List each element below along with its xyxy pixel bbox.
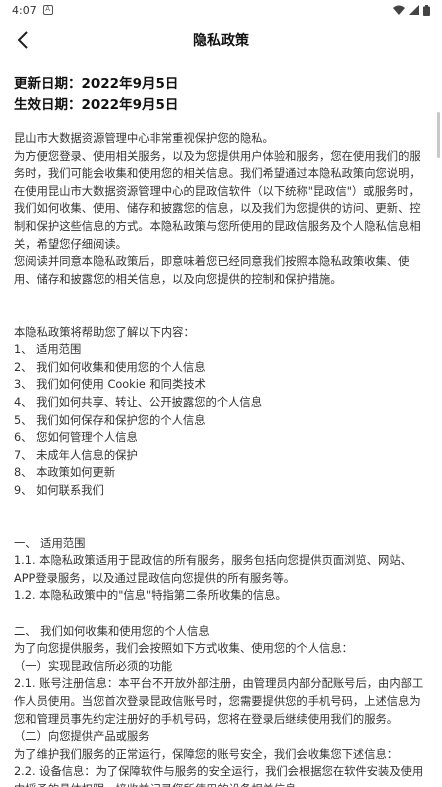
battery-icon bbox=[423, 4, 430, 16]
section-paragraph: 1.2. 本隐私政策中的"信息"特指第二条所收集的信息。 bbox=[14, 589, 287, 603]
updated-date: 更新日期：2022年9月5日 bbox=[14, 76, 179, 92]
section-paragraph: 1.1. 本隐私政策适用于昆政信的所有服务，服务包括向您提供页面浏览、网站、AP… bbox=[14, 554, 412, 585]
back-button[interactable] bbox=[8, 25, 38, 55]
page-title: 隐私政策 bbox=[193, 33, 249, 49]
intro-paragraph: 为方便您登录、使用相关服务，以及为您提供用户体验和服务，您在使用我们的服务时，我… bbox=[14, 149, 421, 251]
intro-paragraph: 您阅读并同意本隐私政策后，即意味着您已经同意我们按照本隐私政策收集、使用、储存和… bbox=[14, 255, 410, 286]
notification-icon: A bbox=[42, 5, 53, 15]
toc-item: 5、 我们如何保存和保护您的个人信息 bbox=[14, 413, 206, 427]
dates-block: 更新日期：2022年9月5日 生效日期：2022年9月5日 bbox=[14, 74, 428, 116]
toc-heading: 本隐私政策将帮助您了解以下内容： bbox=[14, 325, 195, 339]
wifi-icon bbox=[393, 5, 405, 15]
subsection-heading: （二）向您提供产品或服务 bbox=[14, 730, 150, 744]
section-paragraph: 为了维护我们服务的正常运行，保障您的账号安全，我们会收集您下述信息： bbox=[14, 747, 399, 761]
back-arrow-icon bbox=[17, 31, 28, 49]
nav-bar: 隐私政策 bbox=[0, 20, 442, 60]
intro-paragraph: 昆山市大数据资源管理中心非常重视保护您的隐私。 bbox=[14, 132, 274, 145]
scrollbar[interactable] bbox=[437, 112, 440, 158]
toc-item: 8、 本政策如何更新 bbox=[14, 466, 116, 480]
status-bar: 4:07 A bbox=[0, 0, 442, 20]
toc-item: 7、 未成年人信息的保护 bbox=[14, 448, 138, 462]
section-heading: 一、 适用范围 bbox=[14, 536, 86, 550]
section-paragraph: 为了向您提供服务，我们会按照如下方式收集、使用您的个人信息： bbox=[14, 642, 353, 656]
effective-date: 生效日期：2022年9月5日 bbox=[14, 97, 179, 113]
toc-item: 3、 我们如何使用 Cookie 和同类技术 bbox=[14, 378, 206, 392]
toc-item: 2、 我们如何收集和使用您的个人信息 bbox=[14, 360, 206, 374]
toc-item: 9、 如何联系我们 bbox=[14, 483, 104, 497]
policy-content[interactable]: 更新日期：2022年9月5日 生效日期：2022年9月5日 昆山市大数据资源管理… bbox=[0, 70, 442, 787]
toc-item: 4、 我们如何共享、转让、公开披露您的个人信息 bbox=[14, 395, 263, 409]
subsection-heading: （一）实现昆政信所必须的功能 bbox=[14, 659, 173, 673]
section-paragraph: 2.1. 账号注册信息：本平台不开放外部注册，由管理员内部分配账号后，由内部工作… bbox=[14, 677, 424, 726]
toc-item: 6、 您如何管理个人信息 bbox=[14, 431, 138, 445]
status-time: 4:07 bbox=[12, 3, 37, 17]
section-heading: 二、 我们如何收集和使用您的个人信息 bbox=[14, 624, 210, 638]
toc-item: 1、 适用范围 bbox=[14, 343, 82, 357]
signal-icon bbox=[409, 5, 419, 15]
section-paragraph: 2.2. 设备信息：为了保障软件与服务的安全运行，我们会根据您在软件安装及使用中… bbox=[14, 765, 424, 787]
